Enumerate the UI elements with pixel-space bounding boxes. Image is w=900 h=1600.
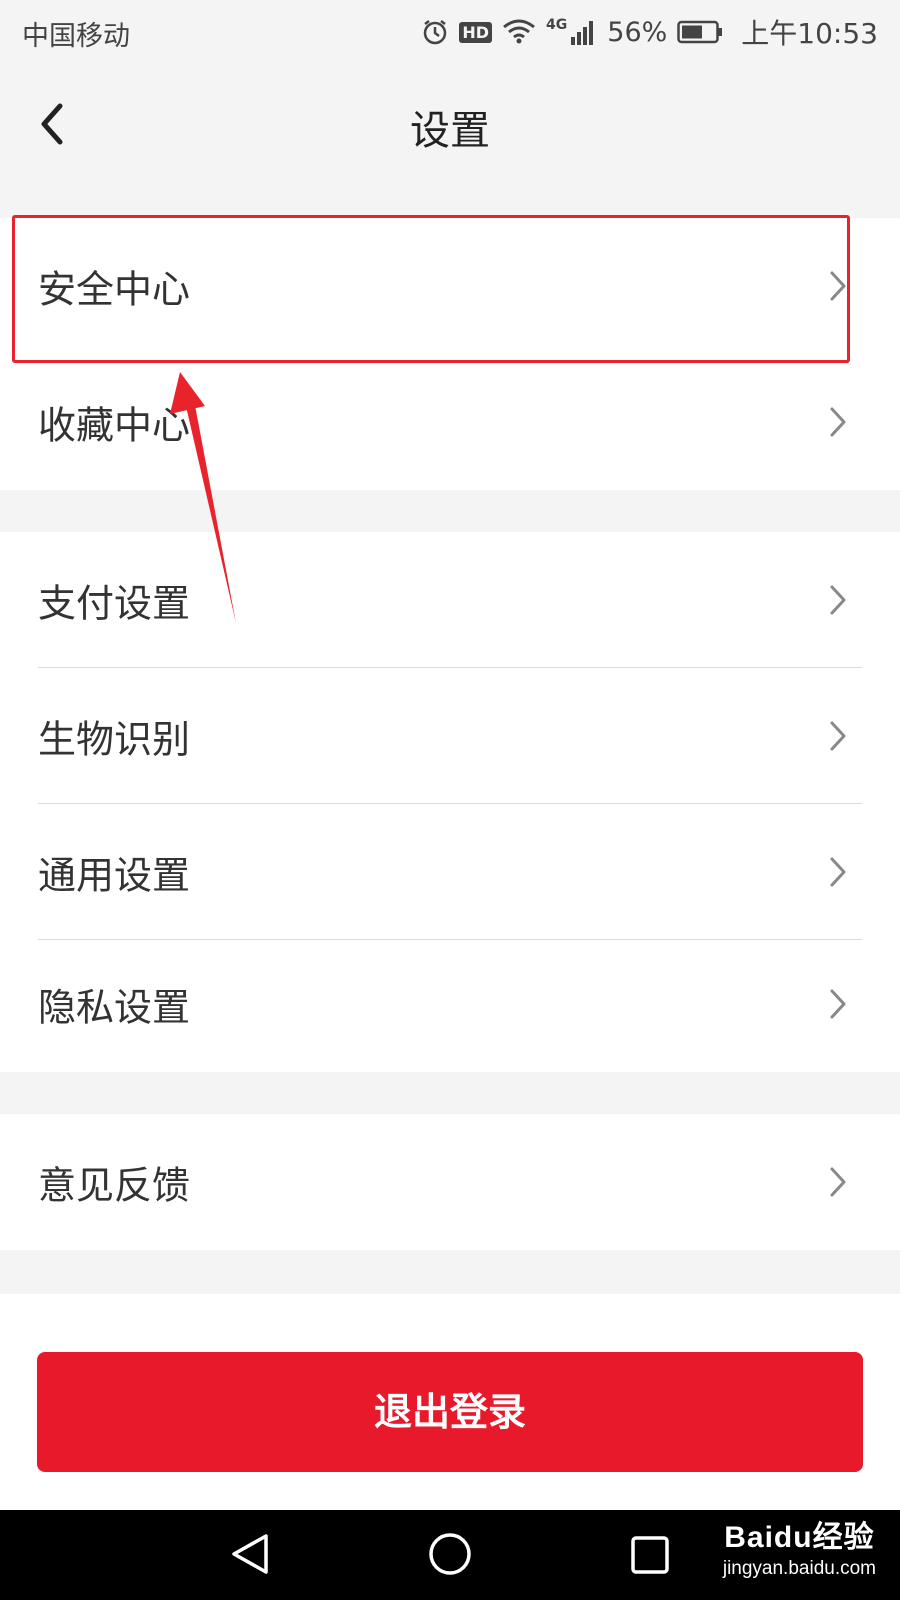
settings-item-privacy[interactable]: 隐私设置 bbox=[0, 936, 900, 1072]
watermark-url: jingyan.baidu.com bbox=[722, 1558, 876, 1579]
settings-item-label: 支付设置 bbox=[38, 581, 191, 626]
logout-button[interactable]: 退出登录 bbox=[37, 1352, 863, 1472]
settings-item-label: 通用设置 bbox=[38, 853, 191, 898]
home-circle-icon[interactable] bbox=[426, 1530, 474, 1578]
settings-group-1: 安全中心 收藏中心 bbox=[0, 218, 900, 490]
carrier-name: 中国移动 bbox=[22, 21, 130, 52]
baidu-jingyan-watermark: Baidu经验 jingyan.baidu.com bbox=[723, 1512, 876, 1580]
settings-item-label: 安全中心 bbox=[38, 267, 191, 312]
battery-icon bbox=[677, 20, 723, 44]
chevron-right-icon bbox=[830, 857, 846, 887]
settings-item-payment[interactable]: 支付设置 bbox=[0, 532, 900, 668]
hd-icon: HD bbox=[459, 21, 493, 43]
chevron-right-icon bbox=[830, 721, 846, 751]
watermark-brand: Baidu经验 bbox=[724, 1521, 875, 1554]
wifi-icon bbox=[503, 19, 535, 44]
back-triangle-icon[interactable] bbox=[228, 1530, 272, 1578]
clock: 上午10:53 bbox=[741, 17, 878, 50]
settings-group-3: 意见反馈 bbox=[0, 1114, 900, 1250]
settings-item-security-center[interactable]: 安全中心 bbox=[0, 218, 900, 354]
chevron-right-icon bbox=[830, 989, 846, 1019]
network-type: 4G bbox=[546, 17, 568, 33]
alarm-icon bbox=[424, 20, 447, 45]
chevron-right-icon bbox=[830, 407, 846, 437]
chevron-right-icon bbox=[830, 1167, 846, 1197]
chevron-right-icon bbox=[830, 271, 846, 301]
settings-group-2: 支付设置 生物识别 通用设置 隐私设置 bbox=[0, 532, 900, 1072]
settings-item-biometrics[interactable]: 生物识别 bbox=[0, 668, 900, 804]
signal-icon bbox=[571, 21, 594, 45]
settings-item-label: 生物识别 bbox=[38, 717, 191, 762]
status-icons: HD 4G 56% 上午10:53 bbox=[421, 12, 878, 52]
recents-square-icon[interactable] bbox=[628, 1530, 672, 1578]
settings-item-general[interactable]: 通用设置 bbox=[0, 804, 900, 940]
settings-item-label: 收藏中心 bbox=[38, 403, 191, 448]
settings-item-feedback[interactable]: 意见反馈 bbox=[0, 1114, 900, 1250]
page-title: 设置 bbox=[410, 108, 490, 154]
settings-item-label: 隐私设置 bbox=[38, 985, 191, 1030]
settings-item-favorites-center[interactable]: 收藏中心 bbox=[0, 354, 900, 490]
settings-item-label: 意见反馈 bbox=[38, 1163, 191, 1208]
chevron-right-icon bbox=[830, 585, 846, 615]
nav-bar: 设置 bbox=[0, 64, 900, 190]
battery-percent: 56% bbox=[607, 16, 668, 48]
status-bar: 中国移动 HD 4G 56% 上午10:53 bbox=[0, 0, 900, 64]
